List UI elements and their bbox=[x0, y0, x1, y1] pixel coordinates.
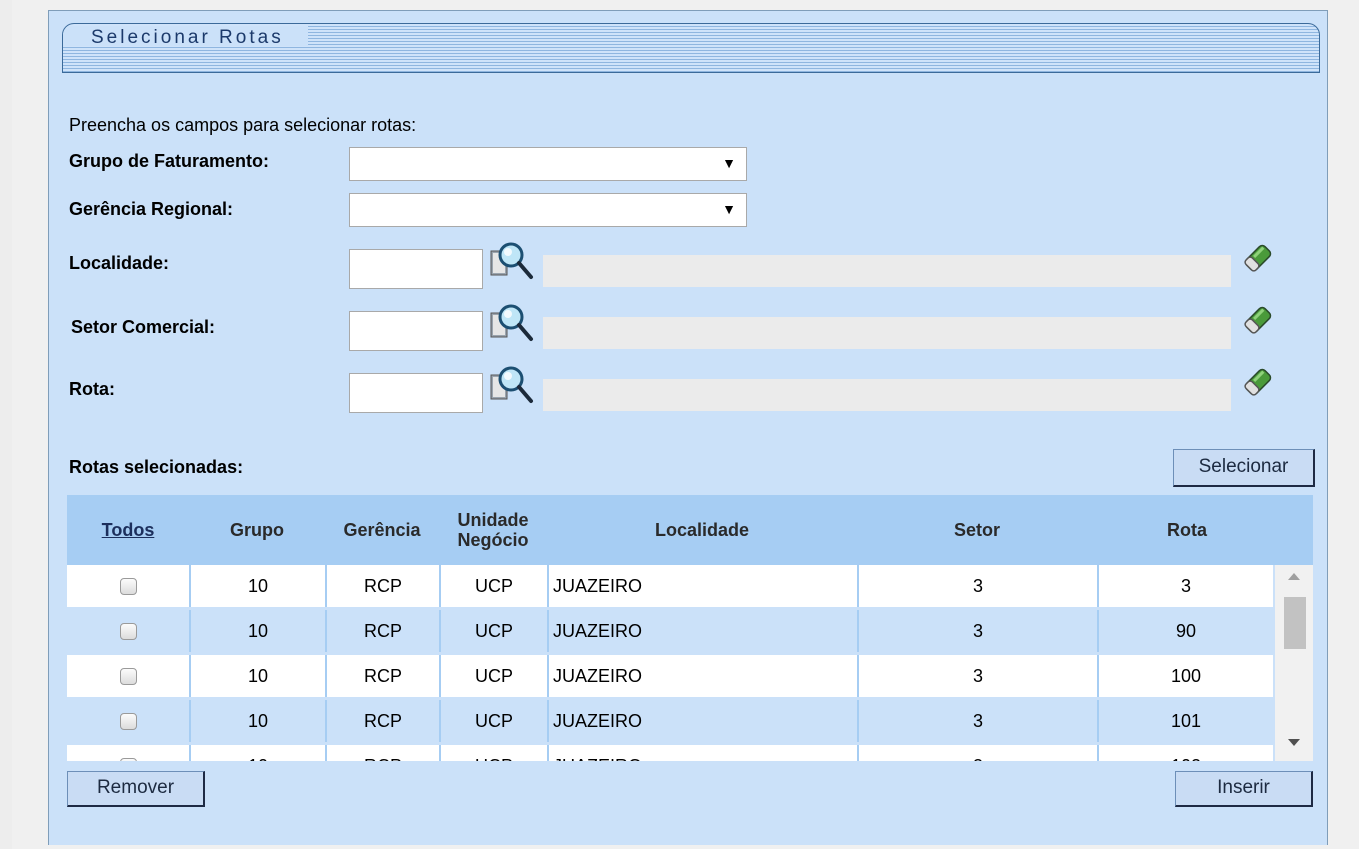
cell-grupo: 10 bbox=[189, 655, 325, 697]
row-checkbox-cell bbox=[67, 610, 189, 652]
rota-label: Rota: bbox=[69, 379, 115, 399]
localidade-description bbox=[543, 255, 1231, 287]
localidade-label: Localidade: bbox=[69, 253, 170, 273]
cell-rota: 3 bbox=[1097, 565, 1273, 607]
cell-rota: 90 bbox=[1097, 610, 1273, 652]
table-row: 10 RCP UCP JUAZEIRO 3 90 bbox=[67, 610, 1273, 655]
chevron-down-icon: ▼ bbox=[722, 155, 736, 171]
cell-rota: 100 bbox=[1097, 655, 1273, 697]
panel-title: Selecionar Rotas bbox=[63, 26, 308, 48]
selecionar-button[interactable]: Selecionar bbox=[1173, 449, 1315, 487]
scroll-down-icon[interactable] bbox=[1288, 739, 1300, 746]
cell-localidade: JUAZEIRO bbox=[547, 565, 857, 607]
row-checkbox[interactable] bbox=[119, 577, 137, 595]
cell-gerencia: RCP bbox=[325, 610, 439, 652]
row-checkbox-cell bbox=[67, 565, 189, 607]
cell-localidade: JUAZEIRO bbox=[547, 700, 857, 742]
col-localidade: Localidade bbox=[654, 520, 750, 540]
selecionar-rotas-panel: Selecionar Rotas Preencha os campos para… bbox=[48, 10, 1328, 845]
rota-description bbox=[543, 379, 1231, 411]
table-row: 10 RCP UCP JUAZEIRO 3 102 bbox=[67, 745, 1273, 761]
cell-unidade: UCP bbox=[439, 745, 547, 761]
cell-setor: 3 bbox=[857, 610, 1097, 652]
col-unidade-negocio: Unidade Negócio bbox=[439, 495, 547, 565]
window-edge bbox=[0, 0, 12, 849]
magnifier-icon[interactable] bbox=[489, 303, 535, 343]
select-all-link[interactable]: Todos bbox=[102, 520, 155, 540]
inserir-button[interactable]: Inserir bbox=[1175, 771, 1313, 807]
panel-title-bar: Selecionar Rotas bbox=[62, 23, 1320, 73]
table-row: 10 RCP UCP JUAZEIRO 3 101 bbox=[67, 700, 1273, 745]
scroll-thumb[interactable] bbox=[1284, 597, 1306, 649]
localidade-input[interactable] bbox=[349, 249, 483, 289]
table-row: 10 RCP UCP JUAZEIRO 3 100 bbox=[67, 655, 1273, 700]
setor-comercial-input[interactable] bbox=[349, 311, 483, 351]
table-header: Todos Grupo Gerência Unidade Negócio Loc… bbox=[67, 495, 1313, 565]
cell-setor: 3 bbox=[857, 565, 1097, 607]
row-checkbox-cell bbox=[67, 655, 189, 697]
table-body: 10 RCP UCP JUAZEIRO 3 3 10 RCP UCP JUAZE… bbox=[67, 565, 1273, 761]
grupo-faturamento-label: Grupo de Faturamento: bbox=[69, 151, 270, 171]
gerencia-regional-select[interactable]: ▼ bbox=[349, 193, 747, 227]
eraser-icon[interactable] bbox=[1241, 365, 1275, 399]
cell-setor: 3 bbox=[857, 655, 1097, 697]
setor-comercial-description bbox=[543, 317, 1231, 349]
table-row: 10 RCP UCP JUAZEIRO 3 3 bbox=[67, 565, 1273, 610]
col-rota: Rota bbox=[1167, 520, 1207, 540]
cell-setor: 3 bbox=[857, 745, 1097, 761]
row-checkbox[interactable] bbox=[119, 667, 137, 685]
row-checkbox[interactable] bbox=[119, 622, 137, 640]
chevron-down-icon: ▼ bbox=[722, 201, 736, 217]
row-checkbox[interactable] bbox=[119, 712, 137, 730]
cell-gerencia: RCP bbox=[325, 745, 439, 761]
grupo-faturamento-select[interactable]: ▼ bbox=[349, 147, 747, 181]
cell-localidade: JUAZEIRO bbox=[547, 655, 857, 697]
rotas-selecionadas-label: Rotas selecionadas: bbox=[69, 457, 244, 477]
col-grupo: Grupo bbox=[230, 520, 284, 540]
magnifier-icon[interactable] bbox=[489, 241, 535, 281]
row-checkbox[interactable] bbox=[119, 757, 137, 761]
remover-button[interactable]: Remover bbox=[67, 771, 205, 807]
cell-localidade: JUAZEIRO bbox=[547, 745, 857, 761]
scroll-up-icon[interactable] bbox=[1288, 573, 1300, 580]
col-unidade-line1: Unidade bbox=[457, 510, 529, 530]
cell-unidade: UCP bbox=[439, 565, 547, 607]
cell-grupo: 10 bbox=[189, 700, 325, 742]
col-gerencia: Gerência bbox=[343, 520, 421, 540]
rota-input[interactable] bbox=[349, 373, 483, 413]
eraser-icon[interactable] bbox=[1241, 241, 1275, 275]
col-unidade-line2: Negócio bbox=[457, 530, 529, 550]
cell-unidade: UCP bbox=[439, 700, 547, 742]
row-checkbox-cell bbox=[67, 700, 189, 742]
table-scrollbar[interactable] bbox=[1275, 565, 1313, 761]
setor-comercial-label: Setor Comercial: bbox=[71, 317, 216, 337]
intro-text: Preencha os campos para selecionar rotas… bbox=[69, 115, 417, 135]
cell-unidade: UCP bbox=[439, 655, 547, 697]
eraser-icon[interactable] bbox=[1241, 303, 1275, 337]
cell-rota: 102 bbox=[1097, 745, 1273, 761]
cell-unidade: UCP bbox=[439, 610, 547, 652]
cell-localidade: JUAZEIRO bbox=[547, 610, 857, 652]
cell-gerencia: RCP bbox=[325, 565, 439, 607]
cell-gerencia: RCP bbox=[325, 700, 439, 742]
row-checkbox-cell bbox=[67, 745, 189, 761]
cell-gerencia: RCP bbox=[325, 655, 439, 697]
cell-setor: 3 bbox=[857, 700, 1097, 742]
cell-rota: 101 bbox=[1097, 700, 1273, 742]
col-setor: Setor bbox=[953, 520, 1000, 540]
magnifier-icon[interactable] bbox=[489, 365, 535, 405]
gerencia-regional-label: Gerência Regional: bbox=[69, 199, 234, 219]
cell-grupo: 10 bbox=[189, 610, 325, 652]
cell-grupo: 10 bbox=[189, 565, 325, 607]
cell-grupo: 10 bbox=[189, 745, 325, 761]
